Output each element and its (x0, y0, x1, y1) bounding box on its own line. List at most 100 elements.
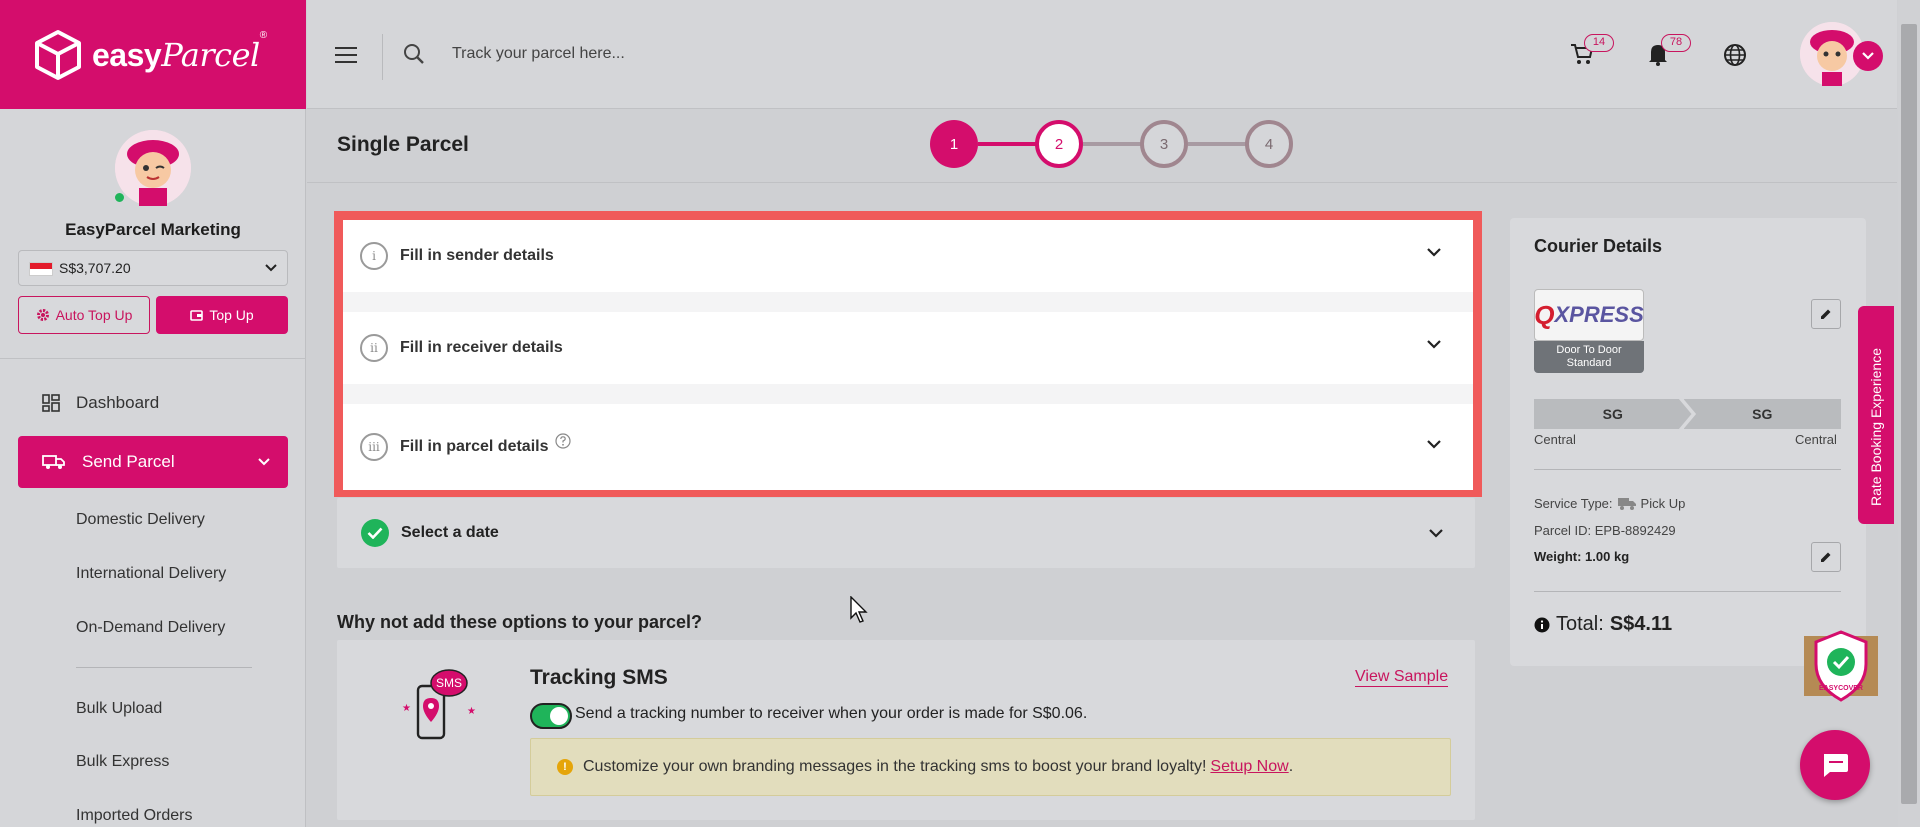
sidebar-sub-divider (76, 667, 252, 668)
svg-text:★: ★ (402, 703, 411, 714)
globe-icon[interactable] (1723, 43, 1747, 67)
step-connector (1188, 142, 1246, 146)
courier-logo-q: Q (1534, 299, 1555, 330)
sidebar-item-bulk-express[interactable]: Bulk Express (76, 753, 169, 771)
options-heading: Why not add these options to your parcel… (337, 612, 703, 632)
numeral-badge: ii (360, 334, 388, 362)
top-up-label: Top Up (209, 307, 254, 323)
truck-icon (1617, 497, 1636, 510)
title-divider (307, 182, 1897, 183)
wallet-icon (190, 309, 204, 321)
origin-region: Central (1534, 432, 1576, 447)
detail-value: 1.00 kg (1585, 549, 1630, 564)
info-icon: ! (557, 759, 573, 775)
gear-icon (36, 309, 49, 321)
accordion-parcel-details[interactable]: iii Fill in parcel details (343, 404, 1473, 490)
view-sample-link[interactable]: View Sample (1355, 668, 1449, 687)
step-2[interactable]: 2 (1035, 120, 1083, 168)
chevron-down-icon (1429, 529, 1443, 538)
account-menu-button[interactable] (1853, 41, 1883, 71)
avatar[interactable] (113, 130, 191, 206)
chevron-down-icon (1427, 248, 1441, 257)
sms-info-box: ! Customize your own branding messages i… (530, 738, 1451, 796)
detail-label: Parcel ID: (1534, 523, 1592, 538)
online-status-icon (113, 191, 126, 204)
step-1[interactable]: 1 (930, 120, 978, 168)
chevron-down-icon (265, 264, 277, 272)
balance-value: S$3,707.20 (59, 259, 131, 276)
total-value: S$4.11 (1609, 613, 1673, 635)
info-suffix: . (1288, 758, 1294, 775)
sidebar-item-label: Dashboard (76, 393, 160, 412)
step-number: 2 (1054, 135, 1064, 153)
sms-phone-icon: SMS ★ ★ (402, 669, 476, 740)
notification-count-badge: 78 (1661, 34, 1691, 52)
svg-text:★: ★ (467, 706, 476, 717)
registered-mark: ® (259, 30, 268, 41)
top-up-button[interactable]: Top Up (156, 296, 288, 334)
courier-service-label: Door To Door Standard (1534, 341, 1644, 373)
easycover-shield-icon[interactable]: EASYCOVER (1802, 630, 1880, 702)
sidebar-item-international-delivery[interactable]: International Delivery (76, 565, 226, 583)
origin-code: SG (1534, 399, 1692, 429)
edit-courier-button[interactable] (1811, 299, 1841, 329)
scrollbar-thumb[interactable] (1901, 24, 1917, 804)
sidebar-item-domestic-delivery[interactable]: Domestic Delivery (76, 511, 205, 529)
accordion-sender-details[interactable]: i Fill in sender details (343, 220, 1473, 292)
sms-bubble-text: SMS (436, 676, 462, 690)
accordion-select-date[interactable]: Select a date (337, 498, 1475, 568)
detail-value: Pick Up (1640, 496, 1686, 511)
step-connector (1083, 142, 1141, 146)
chevron-down-icon (1427, 340, 1441, 349)
brand-name: easyParcel (92, 35, 260, 74)
numeral-badge: i (360, 242, 388, 270)
sidebar-item-send-parcel[interactable]: Send Parcel (18, 436, 288, 488)
total-label: Total: (1556, 613, 1604, 635)
sidebar-item-bulk-upload[interactable]: Bulk Upload (76, 700, 162, 718)
edit-parcel-button[interactable] (1811, 542, 1841, 572)
mouse-cursor-icon (850, 596, 868, 623)
setup-now-link[interactable]: Setup Now (1210, 758, 1288, 776)
sg-flag-icon (29, 262, 53, 277)
courier-logo: Q XPRESS (1534, 289, 1644, 341)
card-divider (1534, 469, 1841, 470)
sidebar-item-dashboard[interactable]: Dashboard (18, 377, 288, 429)
user-name: EasyParcel Marketing (65, 220, 241, 239)
step-connector (978, 142, 1036, 146)
header-divider (382, 34, 383, 80)
cart-button[interactable]: 14 (1570, 34, 1614, 71)
chat-button[interactable] (1800, 730, 1870, 800)
truck-icon (42, 455, 65, 469)
detail-label: Weight: (1534, 549, 1582, 564)
sidebar-item-on-demand-delivery[interactable]: On-Demand Delivery (76, 619, 225, 637)
accordion-label: Fill in parcel details (400, 438, 549, 455)
rate-booking-experience-tab[interactable]: Rate Booking Experience (1858, 306, 1894, 524)
numeral-badge: iii (360, 433, 388, 461)
chevron-down-icon (258, 458, 270, 466)
accordion-label: Select a date (401, 524, 499, 541)
search-input[interactable]: Track your parcel here... (452, 45, 625, 63)
pencil-icon (1821, 309, 1831, 319)
step-4[interactable]: 4 (1245, 120, 1293, 168)
help-icon[interactable] (554, 433, 571, 449)
step-number: 4 (1264, 135, 1274, 153)
notifications-button[interactable]: 78 (1647, 34, 1691, 71)
dashboard-icon (42, 394, 60, 412)
total-price: Total: S$4.11 (1534, 613, 1672, 636)
weight: Weight: 1.00 kg (1534, 549, 1629, 564)
auto-top-up-button[interactable]: Auto Top Up (18, 296, 150, 334)
brand-logo[interactable]: easyParcel ® (0, 0, 306, 109)
courier-title: Courier Details (1534, 236, 1663, 256)
sidebar-item-imported-orders[interactable]: Imported Orders (76, 807, 192, 825)
details-accordion: i Fill in sender details ii Fill in rece… (334, 211, 1482, 497)
mascot-icon (115, 130, 191, 206)
step-3[interactable]: 3 (1140, 120, 1188, 168)
search-icon[interactable] (403, 43, 425, 65)
chevron-down-icon (1862, 52, 1874, 60)
balance-select[interactable]: S$3,707.20 (18, 250, 288, 286)
info-icon[interactable] (1534, 617, 1550, 633)
route-bar: SG SG (1534, 399, 1841, 429)
accordion-receiver-details[interactable]: ii Fill in receiver details (343, 312, 1473, 384)
tracking-sms-toggle[interactable] (530, 703, 572, 729)
menu-icon[interactable] (335, 47, 357, 68)
